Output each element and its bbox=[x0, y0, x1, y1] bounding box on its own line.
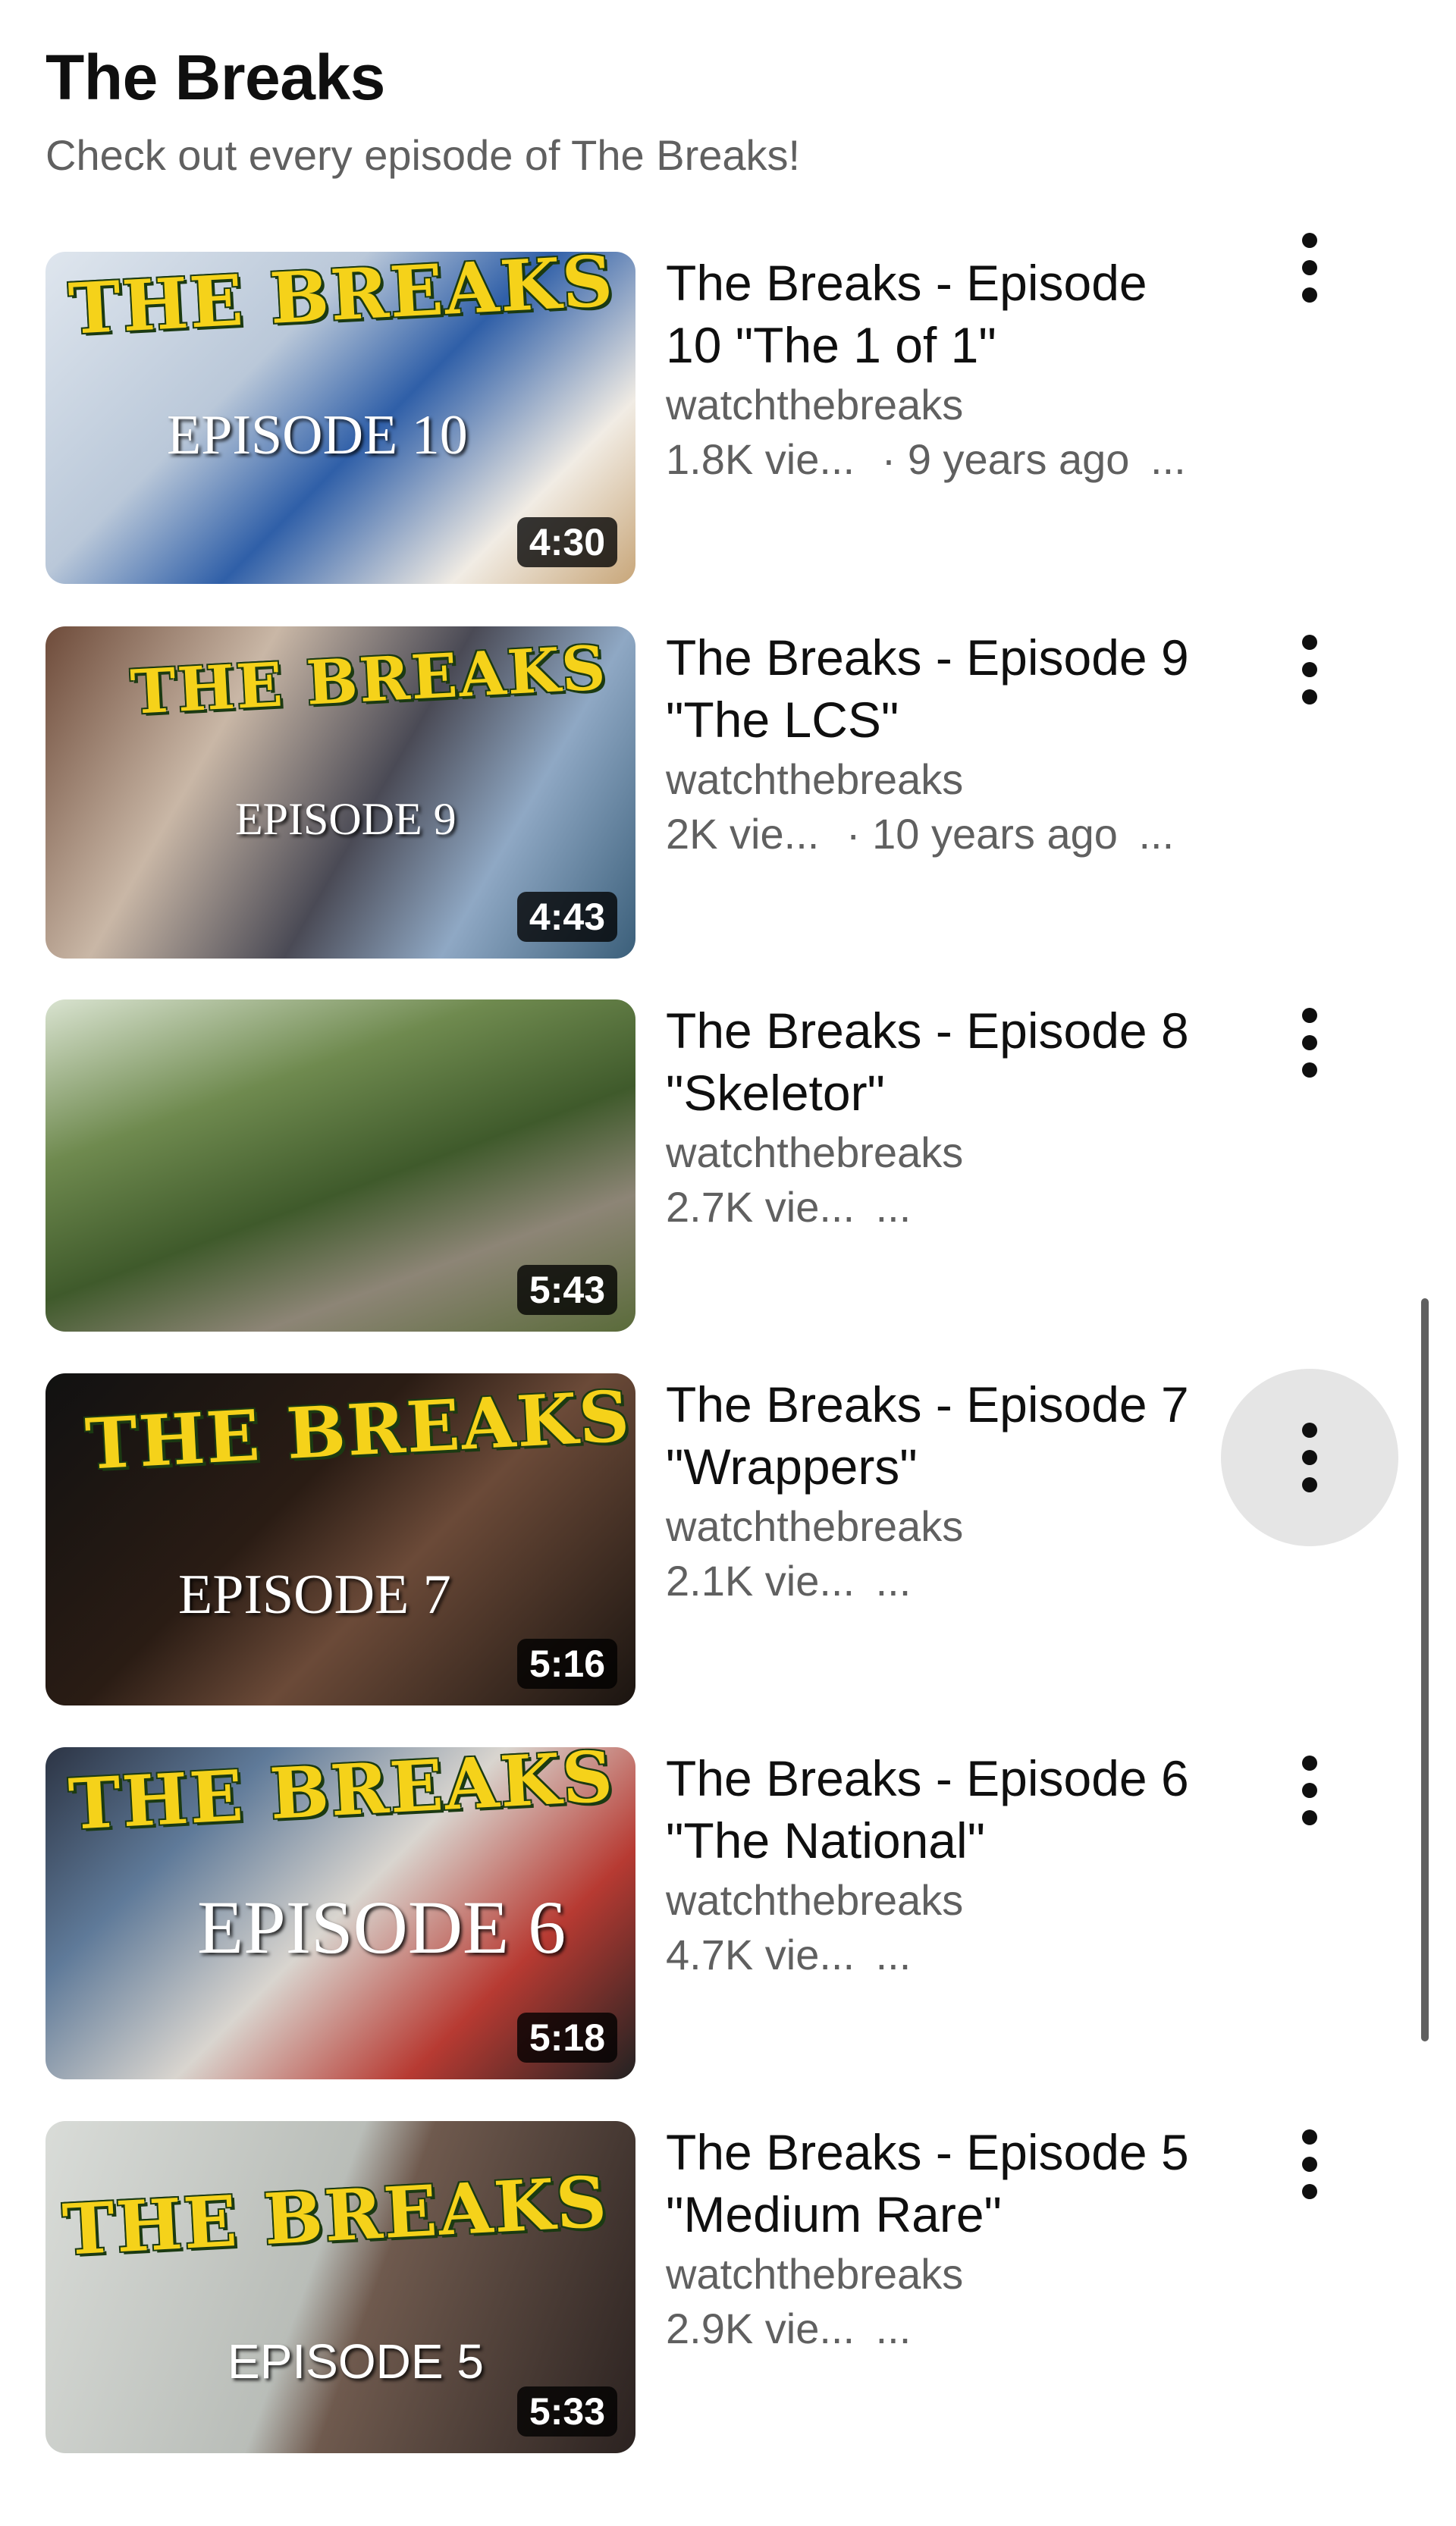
stats-separator: · bbox=[846, 810, 861, 858]
more-text: ... bbox=[875, 1931, 912, 1978]
upload-age: 10 years ago bbox=[872, 810, 1118, 858]
video-meta[interactable]: The Breaks - Episode 6 "The National" wa… bbox=[666, 1747, 1197, 1982]
video-title[interactable]: The Breaks - Episode 6 "The National" bbox=[666, 1747, 1197, 1872]
video-stats: 2.7K vie... ... bbox=[666, 1180, 1197, 1235]
channel-name[interactable]: watchthebreaks bbox=[666, 1499, 1197, 1554]
video-stats: 2K vie... · 10 years ago ... bbox=[666, 807, 1197, 861]
channel-name[interactable]: watchthebreaks bbox=[666, 2247, 1197, 2302]
thumbnail-episode-text: EPISODE 10 bbox=[167, 404, 468, 466]
channel-name[interactable]: watchthebreaks bbox=[666, 1873, 1197, 1928]
more-text: ... bbox=[1138, 810, 1175, 858]
more-vert-icon bbox=[1302, 635, 1317, 704]
thumbnail-logo-text: THE BREAKS bbox=[67, 1747, 617, 1846]
video-meta[interactable]: The Breaks - Episode 7 "Wrappers" watcht… bbox=[666, 1373, 1197, 1608]
video-item[interactable]: THE BREAKS EPISODE 5 5:33 The Breaks - E… bbox=[0, 2121, 1456, 2455]
video-thumbnail[interactable]: THE BREAKS EPISODE 5 5:33 bbox=[46, 2121, 635, 2453]
more-vert-icon bbox=[1302, 1756, 1317, 1825]
video-title[interactable]: The Breaks - Episode 10 "The 1 of 1" bbox=[666, 252, 1197, 376]
more-vert-icon bbox=[1302, 1423, 1317, 1492]
more-text: ... bbox=[875, 2305, 912, 2352]
video-stats: 2.9K vie... ... bbox=[666, 2302, 1197, 2356]
more-vert-icon bbox=[1302, 233, 1317, 303]
thumbnail-episode-text: EPISODE 5 bbox=[228, 2334, 484, 2389]
video-meta[interactable]: The Breaks - Episode 8 "Skeletor" watcht… bbox=[666, 999, 1197, 1235]
video-menu-button[interactable] bbox=[1221, 954, 1398, 1131]
duration-badge: 5:33 bbox=[516, 2386, 617, 2437]
view-count: 4.7K vie... bbox=[666, 1931, 855, 1978]
video-stats: 2.1K vie... ... bbox=[666, 1554, 1197, 1608]
video-item[interactable]: 5:43 The Breaks - Episode 8 "Skeletor" w… bbox=[0, 999, 1456, 1333]
video-menu-button[interactable] bbox=[1221, 581, 1398, 758]
channel-name[interactable]: watchthebreaks bbox=[666, 1125, 1197, 1180]
video-title[interactable]: The Breaks - Episode 7 "Wrappers" bbox=[666, 1373, 1197, 1498]
video-title[interactable]: The Breaks - Episode 8 "Skeletor" bbox=[666, 999, 1197, 1124]
thumbnail-episode-text: EPISODE 9 bbox=[235, 794, 457, 844]
thumbnail-logo-text: THE BREAKS bbox=[83, 1375, 633, 1486]
more-vert-icon bbox=[1302, 1008, 1317, 1078]
video-stats: 4.7K vie... ... bbox=[666, 1928, 1197, 1982]
duration-badge: 5:16 bbox=[516, 1639, 617, 1689]
video-thumbnail[interactable]: THE BREAKS EPISODE 9 4:43 bbox=[46, 626, 635, 959]
thumbnail-episode-text: EPISODE 7 bbox=[178, 1564, 451, 1626]
video-meta[interactable]: The Breaks - Episode 10 "The 1 of 1" wat… bbox=[666, 252, 1197, 487]
video-item[interactable]: THE BREAKS EPISODE 9 4:43 The Breaks - E… bbox=[0, 626, 1456, 960]
duration-badge: 4:43 bbox=[516, 892, 617, 942]
view-count: 2.7K vie... bbox=[666, 1183, 855, 1231]
video-stats: 1.8K vie... · 9 years ago ... bbox=[666, 432, 1197, 487]
duration-badge: 5:43 bbox=[516, 1265, 617, 1315]
more-text: ... bbox=[875, 1557, 912, 1605]
video-title[interactable]: The Breaks - Episode 9 "The LCS" bbox=[666, 626, 1197, 751]
thumbnail-logo-text: THE BREAKS bbox=[129, 632, 609, 728]
more-vert-icon bbox=[1302, 2129, 1317, 2199]
channel-name[interactable]: watchthebreaks bbox=[666, 752, 1197, 807]
thumbnail-episode-text: EPISODE 6 bbox=[197, 1885, 566, 1969]
upload-age: 9 years ago bbox=[907, 435, 1130, 483]
video-menu-button[interactable] bbox=[1221, 1369, 1398, 1546]
scrollbar[interactable] bbox=[1421, 1298, 1429, 2041]
video-item[interactable]: THE BREAKS EPISODE 6 5:18 The Breaks - E… bbox=[0, 1747, 1456, 2081]
video-meta[interactable]: The Breaks - Episode 5 "Medium Rare" wat… bbox=[666, 2121, 1197, 2356]
video-item[interactable]: THE BREAKS EPISODE 7 5:16 The Breaks - E… bbox=[0, 1369, 1456, 1707]
more-text: ... bbox=[1150, 435, 1186, 483]
video-menu-button[interactable] bbox=[1221, 2076, 1398, 2253]
video-meta[interactable]: The Breaks - Episode 9 "The LCS" watchth… bbox=[666, 626, 1197, 861]
more-text: ... bbox=[875, 1183, 912, 1231]
stats-separator: · bbox=[881, 435, 896, 483]
video-thumbnail[interactable]: THE BREAKS EPISODE 6 5:18 bbox=[46, 1747, 635, 2079]
view-count: 2K vie... bbox=[666, 810, 820, 858]
video-item[interactable]: THE BREAKS EPISODE 10 4:30 The Breaks - … bbox=[0, 233, 1456, 585]
video-menu-button[interactable] bbox=[1221, 179, 1398, 356]
video-title[interactable]: The Breaks - Episode 5 "Medium Rare" bbox=[666, 2121, 1197, 2245]
video-menu-button[interactable] bbox=[1221, 1702, 1398, 1879]
thumbnail-logo-text: THE BREAKS bbox=[61, 2160, 610, 2271]
duration-badge: 4:30 bbox=[516, 517, 617, 567]
video-thumbnail[interactable]: THE BREAKS EPISODE 7 5:16 bbox=[46, 1373, 635, 1705]
channel-name[interactable]: watchthebreaks bbox=[666, 378, 1197, 432]
video-thumbnail[interactable]: THE BREAKS EPISODE 10 4:30 bbox=[46, 252, 635, 584]
playlist-subtitle: Check out every episode of The Breaks! bbox=[46, 131, 801, 179]
video-thumbnail[interactable]: 5:43 bbox=[46, 999, 635, 1332]
view-count: 2.1K vie... bbox=[666, 1557, 855, 1605]
thumbnail-logo-text: THE BREAKS bbox=[67, 252, 617, 350]
view-count: 2.9K vie... bbox=[666, 2305, 855, 2352]
duration-badge: 5:18 bbox=[516, 2013, 617, 2063]
playlist-header: The Breaks Check out every episode of Th… bbox=[46, 39, 800, 182]
view-count: 1.8K vie... bbox=[666, 435, 855, 483]
playlist-title: The Breaks bbox=[46, 42, 385, 113]
